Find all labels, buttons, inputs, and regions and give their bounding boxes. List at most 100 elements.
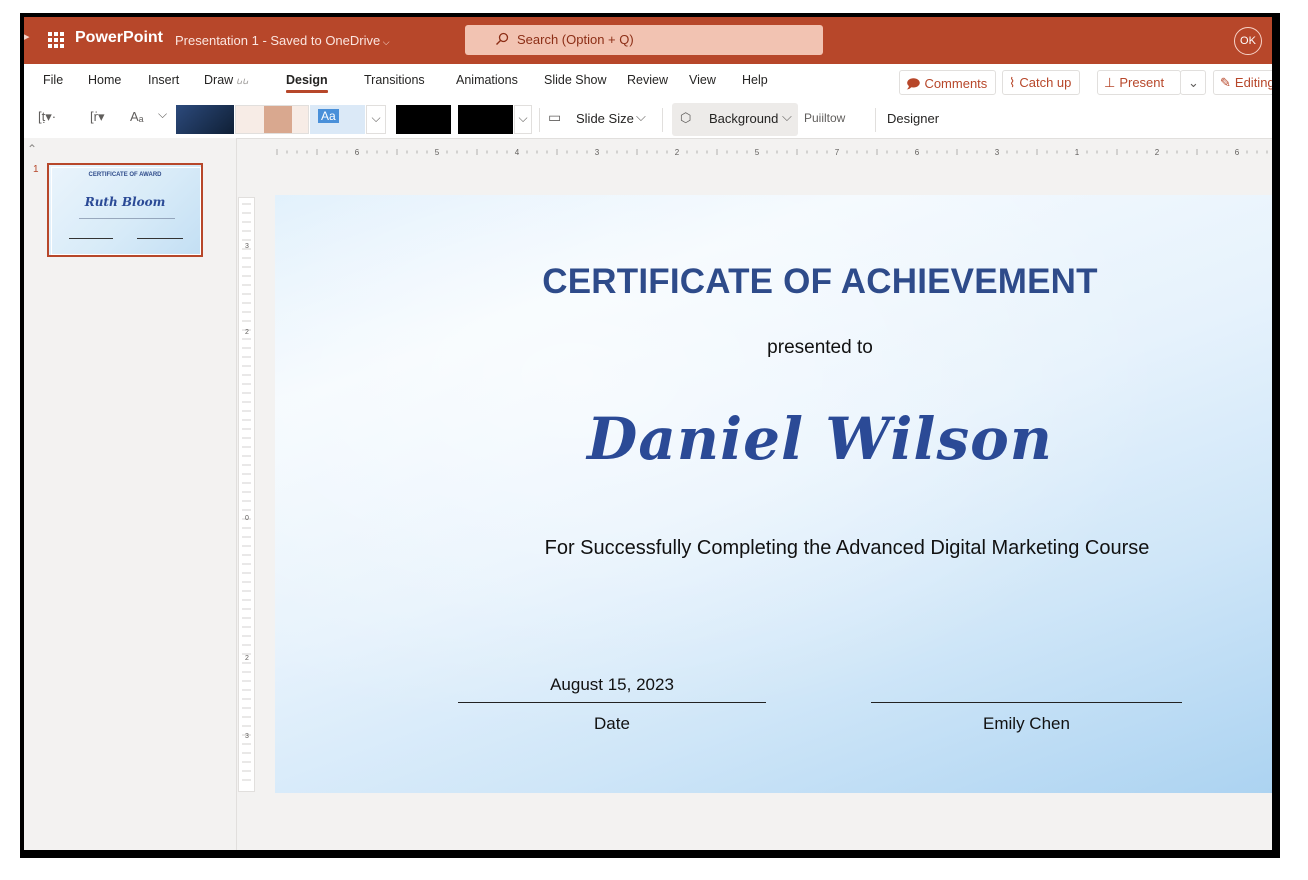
comments-button[interactable]: 🗩 Comments <box>899 70 997 95</box>
catch-up-button[interactable]: ⌇ Catch up <box>1002 70 1081 95</box>
signature-line <box>871 702 1182 703</box>
present-button[interactable]: ⊥ Present <box>1097 70 1181 95</box>
comment-icon: 🗩 <box>906 76 921 91</box>
section-dropdown-icon[interactable]: [ṙ▾ <box>90 109 104 125</box>
ruler-number: 2 <box>245 329 249 336</box>
comments-label: Comments <box>924 76 988 91</box>
present-dropdown[interactable]: ⌄ <box>1180 70 1206 95</box>
pen-icon: ꭎꭎ <box>233 76 249 87</box>
present-icon: ⊥ <box>1104 75 1116 90</box>
collapse-pane-icon[interactable]: ⌃ <box>27 142 37 156</box>
app-launcher-icon[interactable] <box>48 32 66 48</box>
certificate-description[interactable]: For Successfully Completing the Advanced… <box>275 537 1272 560</box>
thumbnail-signature-line <box>137 238 183 239</box>
title-bar: ▸ PowerPoint Presentation 1 - Saved to O… <box>24 17 1272 64</box>
editing-button[interactable]: ✎ Editing <box>1213 70 1272 95</box>
thumbnail-name: Ruth Bloom <box>84 195 166 209</box>
slide-thumbnails-pane: ⌃ 1 CERTIFICATE OF AWARD Ruth Bloom <box>24 138 237 850</box>
ruler-number: 6 <box>1235 148 1240 157</box>
tab-transitions[interactable]: Transitions <box>364 73 425 87</box>
chevron-down-icon: ⌵ <box>518 111 528 125</box>
chevron-down-icon: ⌵ <box>371 111 381 125</box>
background-label: Background <box>709 111 779 126</box>
present-label: Present <box>1119 75 1165 90</box>
chevron-down-icon: ⌄ <box>1188 75 1199 90</box>
theme-thumbnail-2[interactable] <box>235 105 309 134</box>
tab-home[interactable]: Home <box>88 73 121 87</box>
variant-thumbnail-2[interactable] <box>458 105 513 134</box>
ruler-number: 3 <box>245 733 249 740</box>
theme-gallery-dropdown[interactable]: ⌵ <box>366 105 386 134</box>
ruler-number: 4 <box>515 148 520 157</box>
horizontal-ruler: 6 5 4 3 2 5 7 6 3 1 2 6 <box>273 147 1272 157</box>
signer-name[interactable]: Emily Chen <box>871 714 1182 734</box>
search-box[interactable]: Search (Option + Q) <box>465 25 823 55</box>
screenshot-frame: ▸ PowerPoint Presentation 1 - Saved to O… <box>20 13 1280 858</box>
search-icon <box>496 32 509 45</box>
vertical-ruler: 3 2 0 2 3 <box>238 197 255 792</box>
tab-view[interactable]: View <box>689 73 716 87</box>
chevron-down-icon[interactable]: ⌵ <box>158 107 167 122</box>
theme-thumbnail-3[interactable]: Aa <box>310 105 365 134</box>
thumbnail-title: CERTIFICATE OF AWARD <box>88 172 162 178</box>
tab-draw[interactable]: Draw ꭎꭎ <box>204 73 248 87</box>
date-line <box>458 702 766 703</box>
theme-thumbnail-1[interactable] <box>176 105 234 134</box>
search-placeholder: Search (Option + Q) <box>517 32 634 47</box>
theme-3-sample: Aa <box>318 109 339 123</box>
variant-gallery-dropdown[interactable]: ⌵ <box>514 105 532 134</box>
expand-caret-icon[interactable]: ▸ <box>24 30 30 43</box>
editing-label: Editing <box>1234 75 1272 90</box>
separator <box>875 108 876 132</box>
ruler-number: 3 <box>595 148 600 157</box>
font-style-icon[interactable]: Aₐ <box>130 109 144 124</box>
ruler-number: 3 <box>995 148 1000 157</box>
chevron-down-icon: ⌵ <box>380 37 390 47</box>
ruler-number: 6 <box>915 148 920 157</box>
document-status[interactable]: Presentation 1 - Saved to OneDrive ⌵ <box>175 33 390 48</box>
tab-insert[interactable]: Insert <box>148 73 179 87</box>
layout-dropdown-icon[interactable]: [ṭ▾· <box>38 109 56 125</box>
theme-2-swatch <box>264 106 292 133</box>
ruler-number: 5 <box>435 148 440 157</box>
tab-animations[interactable]: Animations <box>456 73 518 87</box>
separator <box>539 108 540 132</box>
slide-size-button[interactable]: ▭ Slide Size ⌵ <box>548 101 654 138</box>
designer-button[interactable]: Designer <box>887 111 939 126</box>
certificate-title[interactable]: CERTIFICATE OF ACHIEVEMENT <box>275 262 1272 302</box>
slide-thumbnail-1[interactable]: CERTIFICATE OF AWARD Ruth Bloom <box>47 163 203 257</box>
app-name[interactable]: PowerPoint <box>75 29 163 47</box>
powerpoint-window: ▸ PowerPoint Presentation 1 - Saved to O… <box>24 17 1272 850</box>
pencil-icon: ✎ <box>1220 75 1231 90</box>
tab-help[interactable]: Help <box>742 73 768 87</box>
chevron-down-icon: ⌵ <box>636 109 646 124</box>
background-button[interactable]: ⬡ Background ⌵ <box>672 103 798 136</box>
ruler-number: 1 <box>1075 148 1080 157</box>
tab-file[interactable]: File <box>43 73 63 87</box>
account-avatar[interactable]: OK <box>1234 27 1262 55</box>
recipient-name[interactable]: Daniel Wilson <box>275 405 1272 473</box>
format-background-button[interactable]: Puiiltow <box>804 111 845 125</box>
ruler-number: 6 <box>355 148 360 157</box>
date-value[interactable]: August 15, 2023 <box>458 675 766 695</box>
catch-up-label: Catch up <box>1019 75 1072 90</box>
date-label[interactable]: Date <box>458 714 766 734</box>
design-ribbon: [ṭ▾· [ṙ▾ Aₐ ⌵ Aa ⌵ ⌵ ▭ Slide Size ⌵ ⬡ Ba… <box>24 101 1272 139</box>
vertical-ruler-ticks: 3 2 0 2 3 <box>242 203 251 781</box>
background-icon: ⬡ <box>680 110 692 125</box>
ruler-number: 2 <box>1155 148 1160 157</box>
presented-to-text[interactable]: presented to <box>275 337 1272 359</box>
chevron-down-icon: ⌵ <box>782 109 792 124</box>
slide-number: 1 <box>33 164 39 175</box>
slide-canvas[interactable]: CERTIFICATE OF ACHIEVEMENT presented to … <box>275 195 1272 793</box>
pulse-icon: ⌇ <box>1009 75 1016 90</box>
tab-slide-show[interactable]: Slide Show <box>544 73 607 87</box>
separator <box>662 108 663 132</box>
ruler-number: 7 <box>835 148 840 157</box>
menu-tabs: File Home Insert Draw ꭎꭎ Design Transiti… <box>24 64 1272 101</box>
tab-design[interactable]: Design <box>286 73 328 93</box>
thumbnail-date-line <box>69 238 113 239</box>
tab-review[interactable]: Review <box>627 73 668 87</box>
variant-thumbnail-1[interactable] <box>396 105 451 134</box>
ruler-number: 5 <box>755 148 760 157</box>
